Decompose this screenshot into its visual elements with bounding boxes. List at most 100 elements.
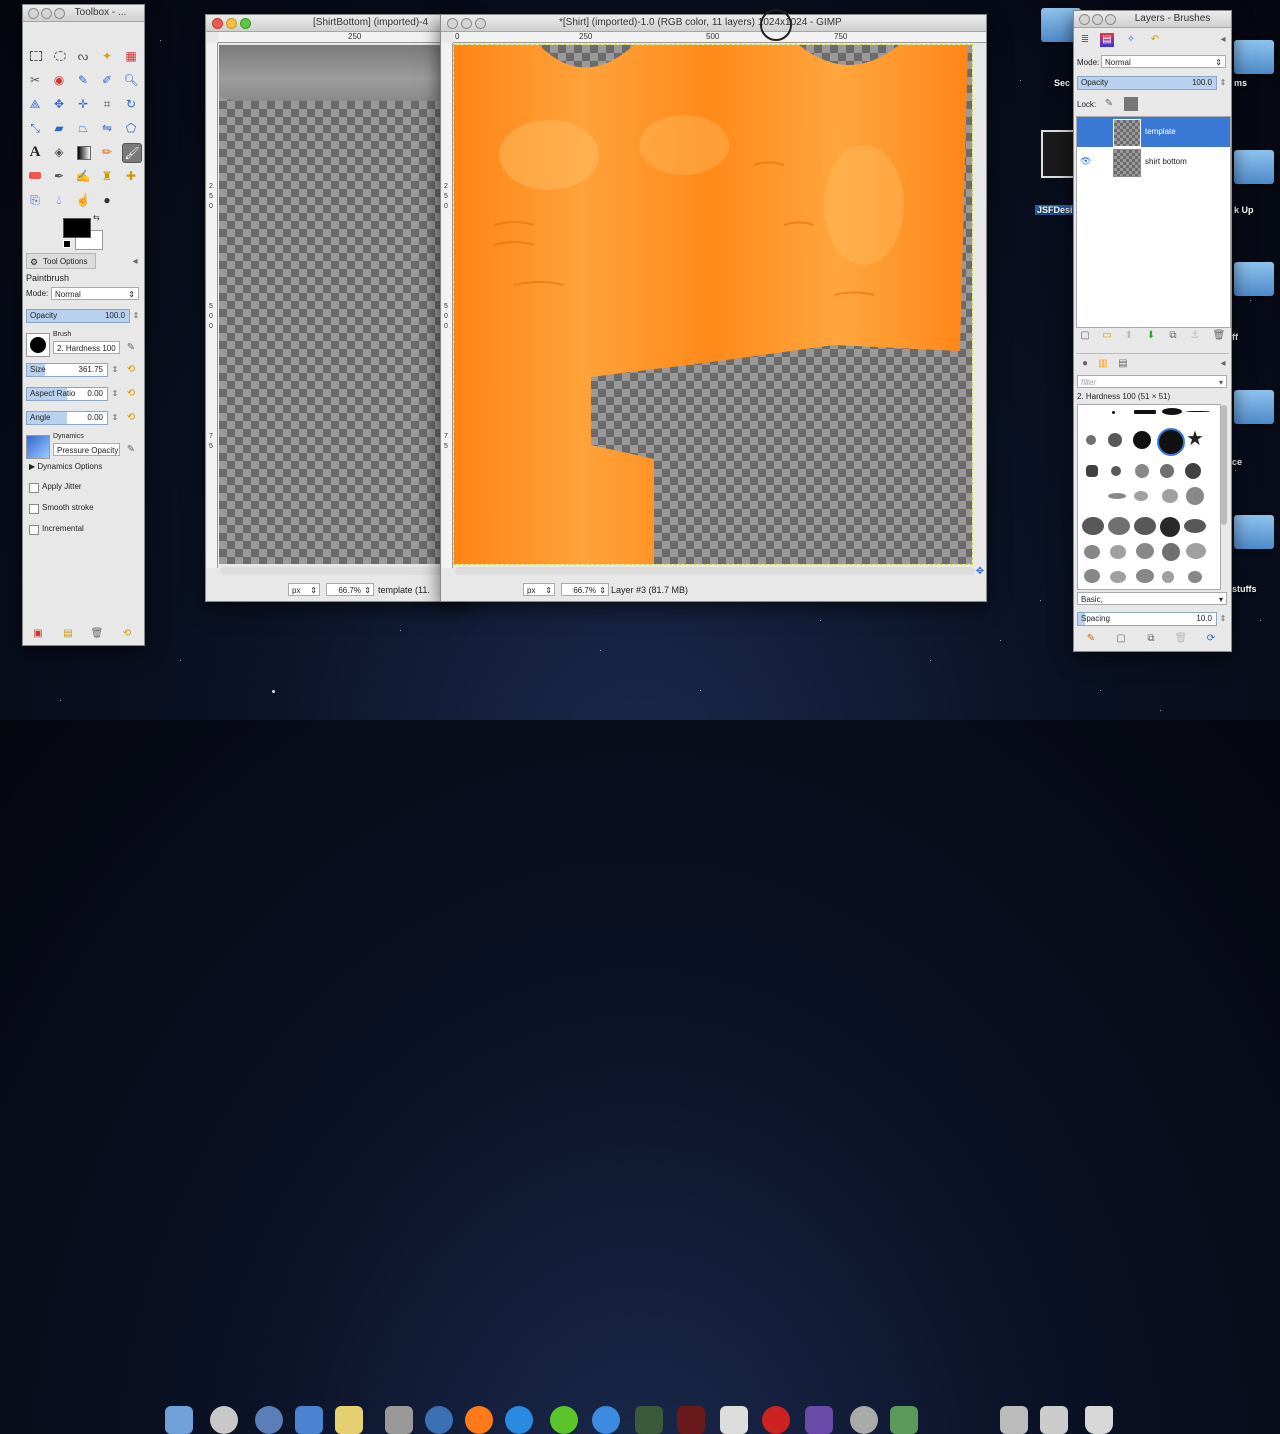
tab-paths-icon[interactable]: ✧ [1124, 33, 1138, 47]
dynamics-edit-icon[interactable]: ✎ [124, 443, 138, 457]
brush-thumb[interactable] [1186, 411, 1210, 412]
scissors-tool-icon[interactable]: ✂ [26, 71, 44, 89]
move-tool-icon[interactable]: ✥ [50, 95, 68, 113]
shear-tool-icon[interactable]: ▰ [50, 119, 68, 137]
shirtbottom-canvas[interactable] [219, 45, 466, 564]
zoom-field[interactable]: 66.7% ⇕ [561, 583, 609, 596]
rect-select-tool-icon[interactable] [26, 47, 44, 65]
close-button[interactable] [28, 8, 39, 19]
duplicate-layer-icon[interactable]: ⧉ [1166, 329, 1180, 343]
brush-grid[interactable]: ★ [1077, 404, 1221, 590]
dock-app-icon[interactable] [385, 1406, 413, 1434]
rotate-tool-icon[interactable]: ↻ [122, 95, 140, 113]
layers-titlebar[interactable]: Layers - Brushes [1074, 11, 1231, 28]
align-tool-icon[interactable]: ✛ [74, 95, 92, 113]
unit-select[interactable]: px ⇕ [288, 583, 320, 596]
brush-name-field[interactable]: 2. Hardness 100 [53, 341, 120, 354]
brush-grid-scrollbar[interactable] [1221, 405, 1227, 525]
bucket-fill-tool-icon[interactable]: ◈ [50, 143, 68, 161]
new-brush-icon[interactable]: ▢ [1114, 632, 1128, 646]
horizontal-ruler[interactable]: 0 250 500 750 [453, 32, 986, 43]
size-reset-icon[interactable]: ⟲ [124, 363, 138, 377]
default-colors-icon[interactable] [63, 240, 71, 248]
color-picker-tool-icon[interactable]: ✐ [98, 71, 116, 89]
angle-slider[interactable]: Angle 0.00 [26, 411, 108, 425]
horizontal-scrollbar[interactable] [455, 567, 975, 575]
brush-thumb[interactable] [1084, 545, 1100, 559]
brush-thumb[interactable] [1084, 569, 1100, 583]
brush-preview[interactable] [26, 333, 50, 357]
perspective-tool-icon[interactable]: ⏢ [74, 119, 92, 137]
paths-tool-icon[interactable]: ✎ [74, 71, 92, 89]
brush-thumb[interactable] [1108, 433, 1122, 447]
brush-thumb[interactable] [1162, 408, 1182, 415]
dodge-burn-tool-icon[interactable]: ● [98, 191, 116, 209]
airbrush-tool-icon[interactable]: ✒ [50, 167, 68, 185]
horizontal-ruler[interactable]: 250 [218, 32, 466, 43]
zoom-button[interactable] [1105, 14, 1116, 25]
pencil-tool-icon[interactable]: ✏ [98, 143, 116, 161]
brush-thumb[interactable] [1136, 569, 1154, 583]
desktop-folder[interactable] [1234, 150, 1274, 184]
fuzzy-select-tool-icon[interactable]: ✦ [98, 47, 116, 65]
text-tool-icon[interactable]: A [26, 143, 44, 161]
clone-tool-icon[interactable]: ♜ [98, 167, 116, 185]
brush-thumb[interactable] [1086, 465, 1098, 477]
new-layer-group-icon[interactable]: ▭ [1100, 329, 1114, 343]
minimize-button[interactable] [1092, 14, 1103, 25]
angle-spinner-icon[interactable]: ⇕ [108, 411, 122, 425]
toolbox-titlebar[interactable]: Toolbox - ... [23, 5, 144, 22]
brush-thumb[interactable] [1162, 571, 1174, 583]
tab-gradients-icon[interactable]: ▤ [1116, 357, 1130, 371]
raise-layer-icon[interactable]: ⬆ [1122, 329, 1136, 343]
lasso-tool-icon[interactable]: ᔓ [74, 47, 92, 65]
opacity-spinner-icon[interactable]: ⇕ [129, 309, 143, 323]
save-options-icon[interactable]: ▣ [31, 627, 45, 641]
edit-brush-icon[interactable]: ✎ [1084, 632, 1098, 646]
dock-app-icon[interactable] [1000, 1406, 1028, 1434]
tab-layers-icon[interactable]: ≣ [1078, 33, 1092, 47]
dock-app-icon[interactable] [850, 1406, 878, 1434]
star-brush-icon[interactable]: ★ [1186, 429, 1204, 449]
vertical-ruler[interactable]: 2 5 0 5 0 0 7 5 [442, 43, 453, 568]
cage-transform-tool-icon[interactable]: ⬠ [122, 119, 140, 137]
close-button[interactable] [212, 18, 223, 29]
size-spinner-icon[interactable]: ⇕ [108, 363, 122, 377]
scale-tool-icon[interactable]: ⤡ [26, 119, 44, 137]
delete-options-icon[interactable]: 🗑︎ [90, 627, 104, 641]
eye-icon[interactable]: 👁︎ [1080, 156, 1091, 167]
tab-channels-icon[interactable]: ▤ [1100, 33, 1114, 47]
dock-app-icon[interactable] [295, 1406, 323, 1434]
mode-select[interactable]: Normal ⇕ [1101, 55, 1226, 68]
dock-app-icon[interactable] [890, 1406, 918, 1434]
dynamics-icon[interactable] [26, 435, 50, 459]
vertical-ruler[interactable]: 2 5 0 5 0 0 7 5 [207, 43, 218, 568]
horizontal-scrollbar[interactable] [220, 567, 460, 575]
brush-thumb[interactable] [1188, 571, 1202, 583]
restore-options-icon[interactable]: ▤ [61, 627, 75, 641]
dock-app-icon[interactable] [255, 1406, 283, 1434]
brush-thumb[interactable] [1160, 517, 1180, 537]
dock-trash-icon[interactable] [1085, 1406, 1113, 1434]
layer-row[interactable]: 👁︎ shirt bottom [1077, 147, 1230, 177]
new-layer-icon[interactable]: ▢ [1078, 329, 1092, 343]
dock-app-icon[interactable] [762, 1406, 790, 1434]
delete-brush-icon[interactable]: 🗑︎ [1174, 632, 1188, 646]
zoom-field[interactable]: 66.7% ⇕ [326, 583, 374, 596]
dock-app-icon[interactable] [425, 1406, 453, 1434]
brush-thumb[interactable] [1184, 519, 1206, 533]
dock-app-icon[interactable] [210, 1406, 238, 1434]
minimize-button[interactable] [461, 18, 472, 29]
close-button[interactable] [447, 18, 458, 29]
angle-reset-icon[interactable]: ⟲ [124, 411, 138, 425]
brush-thumb[interactable] [1086, 435, 1096, 445]
swap-colors-icon[interactable]: ⇆ [93, 213, 100, 222]
brush-thumb[interactable] [1134, 491, 1148, 501]
zoom-button[interactable] [54, 8, 65, 19]
reset-options-icon[interactable]: ⟲ [120, 627, 134, 641]
lock-alpha-icon[interactable] [1124, 97, 1138, 111]
brush-thumb[interactable] [1185, 463, 1201, 479]
tab-brushes-icon[interactable]: ● [1078, 357, 1092, 371]
heal-tool-icon[interactable]: ✚ [122, 167, 140, 185]
brush-thumb[interactable] [1108, 517, 1130, 535]
